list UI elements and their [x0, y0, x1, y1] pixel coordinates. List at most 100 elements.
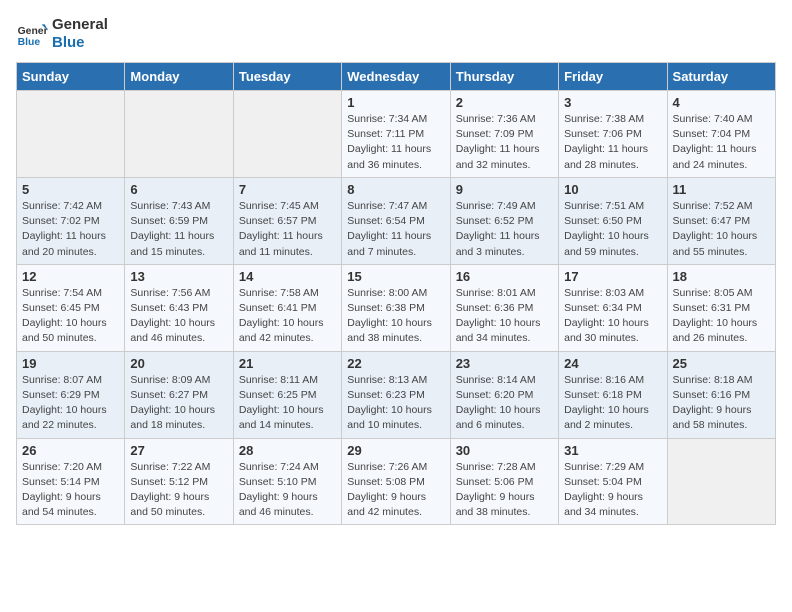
day-info: Sunrise: 7:58 AM Sunset: 6:41 PM Dayligh… [239, 286, 336, 347]
calendar-cell: 18 Sunrise: 8:05 AM Sunset: 6:31 PM Dayli… [667, 264, 775, 351]
day-number: 10 [564, 182, 661, 197]
calendar-cell: 26Sunrise: 7:20 AM Sunset: 5:14 PM Dayli… [17, 438, 125, 525]
svg-text:Blue: Blue [18, 37, 41, 48]
calendar-cell: 30 Sunrise: 7:28 AM Sunset: 5:06 PM Dayli… [450, 438, 558, 525]
day-info: Sunrise: 8:07 AM Sunset: 6:29 PM Dayligh… [22, 373, 119, 434]
calendar-cell: 17 Sunrise: 8:03 AM Sunset: 6:34 PM Dayli… [559, 264, 667, 351]
calendar-cell: 11Sunrise: 7:52 AM Sunset: 6:47 PM Dayli… [667, 177, 775, 264]
day-number: 12 [22, 269, 119, 284]
day-info: Sunrise: 7:34 AM Sunset: 7:11 PM Dayligh… [347, 112, 444, 173]
day-number: 9 [456, 182, 553, 197]
day-info: Sunrise: 7:38 AM Sunset: 7:06 PM Dayligh… [564, 112, 661, 173]
calendar-cell: 29 Sunrise: 7:26 AM Sunset: 5:08 PM Dayli… [342, 438, 450, 525]
day-number: 6 [130, 182, 227, 197]
day-number: 19 [22, 356, 119, 371]
day-number: 5 [22, 182, 119, 197]
calendar-cell: 3 Sunrise: 7:38 AM Sunset: 7:06 PM Daylig… [559, 91, 667, 178]
day-number: 22 [347, 356, 444, 371]
day-info: Sunrise: 8:16 AM Sunset: 6:18 PM Dayligh… [564, 373, 661, 434]
day-number: 23 [456, 356, 553, 371]
day-info: Sunrise: 7:49 AM Sunset: 6:52 PM Dayligh… [456, 199, 553, 260]
weekday-header-tuesday: Tuesday [233, 63, 341, 91]
day-number: 26 [22, 443, 119, 458]
day-info: Sunrise: 7:56 AM Sunset: 6:43 PM Dayligh… [130, 286, 227, 347]
day-info: Sunrise: 7:26 AM Sunset: 5:08 PM Dayligh… [347, 460, 444, 521]
calendar-cell: 13 Sunrise: 7:56 AM Sunset: 6:43 PM Dayli… [125, 264, 233, 351]
day-number: 18 [673, 269, 770, 284]
day-info: Sunrise: 8:05 AM Sunset: 6:31 PM Dayligh… [673, 286, 770, 347]
calendar-cell: 16Sunrise: 8:01 AM Sunset: 6:36 PM Dayli… [450, 264, 558, 351]
calendar-cell: 8 Sunrise: 7:47 AM Sunset: 6:54 PM Daylig… [342, 177, 450, 264]
day-number: 31 [564, 443, 661, 458]
day-number: 7 [239, 182, 336, 197]
calendar-cell: 27 Sunrise: 7:22 AM Sunset: 5:12 PM Dayli… [125, 438, 233, 525]
day-info: Sunrise: 7:43 AM Sunset: 6:59 PM Dayligh… [130, 199, 227, 260]
day-info: Sunrise: 7:45 AM Sunset: 6:57 PM Dayligh… [239, 199, 336, 260]
day-info: Sunrise: 7:51 AM Sunset: 6:50 PM Dayligh… [564, 199, 661, 260]
calendar-cell: 22 Sunrise: 8:13 AM Sunset: 6:23 PM Dayli… [342, 351, 450, 438]
calendar-cell [667, 438, 775, 525]
calendar-cell: 31 Sunrise: 7:29 AM Sunset: 5:04 PM Dayli… [559, 438, 667, 525]
day-number: 13 [130, 269, 227, 284]
day-info: Sunrise: 8:01 AM Sunset: 6:36 PM Dayligh… [456, 286, 553, 347]
day-info: Sunrise: 8:11 AM Sunset: 6:25 PM Dayligh… [239, 373, 336, 434]
calendar-cell: 10 Sunrise: 7:51 AM Sunset: 6:50 PM Dayli… [559, 177, 667, 264]
day-number: 14 [239, 269, 336, 284]
calendar-cell [125, 91, 233, 178]
calendar-cell: 9 Sunrise: 7:49 AM Sunset: 6:52 PM Daylig… [450, 177, 558, 264]
day-number: 30 [456, 443, 553, 458]
calendar-cell: 12 Sunrise: 7:54 AM Sunset: 6:45 PM Dayli… [17, 264, 125, 351]
day-info: Sunrise: 7:29 AM Sunset: 5:04 PM Dayligh… [564, 460, 661, 521]
logo: General Blue General Blue [16, 16, 108, 52]
calendar-cell: 6 Sunrise: 7:43 AM Sunset: 6:59 PM Daylig… [125, 177, 233, 264]
day-info: Sunrise: 7:52 AM Sunset: 6:47 PM Dayligh… [673, 199, 770, 260]
calendar-cell [233, 91, 341, 178]
calendar-cell: 23Sunrise: 8:14 AM Sunset: 6:20 PM Dayli… [450, 351, 558, 438]
day-number: 25 [673, 356, 770, 371]
day-info: Sunrise: 7:42 AM Sunset: 7:02 PM Dayligh… [22, 199, 119, 260]
day-info: Sunrise: 8:03 AM Sunset: 6:34 PM Dayligh… [564, 286, 661, 347]
day-number: 2 [456, 95, 553, 110]
logo-general: General [52, 16, 108, 34]
page-header: General Blue General Blue [16, 16, 776, 52]
day-number: 20 [130, 356, 227, 371]
calendar-cell: 7 Sunrise: 7:45 AM Sunset: 6:57 PM Daylig… [233, 177, 341, 264]
day-number: 21 [239, 356, 336, 371]
calendar-week-1: 1Sunrise: 7:34 AM Sunset: 7:11 PM Daylig… [17, 91, 776, 178]
calendar-cell: 4Sunrise: 7:40 AM Sunset: 7:04 PM Daylig… [667, 91, 775, 178]
calendar-cell: 2 Sunrise: 7:36 AM Sunset: 7:09 PM Daylig… [450, 91, 558, 178]
calendar-week-2: 5 Sunrise: 7:42 AM Sunset: 7:02 PM Daylig… [17, 177, 776, 264]
day-info: Sunrise: 7:54 AM Sunset: 6:45 PM Dayligh… [22, 286, 119, 347]
calendar-cell: 1Sunrise: 7:34 AM Sunset: 7:11 PM Daylig… [342, 91, 450, 178]
day-info: Sunrise: 8:13 AM Sunset: 6:23 PM Dayligh… [347, 373, 444, 434]
day-number: 8 [347, 182, 444, 197]
calendar-week-3: 12 Sunrise: 7:54 AM Sunset: 6:45 PM Dayli… [17, 264, 776, 351]
day-number: 3 [564, 95, 661, 110]
weekday-header-sunday: Sunday [17, 63, 125, 91]
day-info: Sunrise: 7:28 AM Sunset: 5:06 PM Dayligh… [456, 460, 553, 521]
day-number: 29 [347, 443, 444, 458]
calendar-cell [17, 91, 125, 178]
day-info: Sunrise: 7:22 AM Sunset: 5:12 PM Dayligh… [130, 460, 227, 521]
day-info: Sunrise: 7:40 AM Sunset: 7:04 PM Dayligh… [673, 112, 770, 173]
logo-blue: Blue [52, 34, 108, 52]
day-info: Sunrise: 7:47 AM Sunset: 6:54 PM Dayligh… [347, 199, 444, 260]
calendar-cell: 25 Sunrise: 8:18 AM Sunset: 6:16 PM Dayli… [667, 351, 775, 438]
svg-text:General: General [18, 26, 48, 37]
weekday-header-saturday: Saturday [667, 63, 775, 91]
calendar-cell: 24 Sunrise: 8:16 AM Sunset: 6:18 PM Dayli… [559, 351, 667, 438]
calendar-table: SundayMondayTuesdayWednesdayThursdayFrid… [16, 62, 776, 525]
day-info: Sunrise: 7:36 AM Sunset: 7:09 PM Dayligh… [456, 112, 553, 173]
day-number: 27 [130, 443, 227, 458]
calendar-week-5: 26Sunrise: 7:20 AM Sunset: 5:14 PM Dayli… [17, 438, 776, 525]
calendar-cell: 28Sunrise: 7:24 AM Sunset: 5:10 PM Dayli… [233, 438, 341, 525]
day-number: 24 [564, 356, 661, 371]
weekday-header-friday: Friday [559, 63, 667, 91]
day-number: 17 [564, 269, 661, 284]
calendar-cell: 14 Sunrise: 7:58 AM Sunset: 6:41 PM Dayli… [233, 264, 341, 351]
day-info: Sunrise: 8:18 AM Sunset: 6:16 PM Dayligh… [673, 373, 770, 434]
weekday-header-wednesday: Wednesday [342, 63, 450, 91]
calendar-cell: 20Sunrise: 8:09 AM Sunset: 6:27 PM Dayli… [125, 351, 233, 438]
day-number: 28 [239, 443, 336, 458]
calendar-cell: 19 Sunrise: 8:07 AM Sunset: 6:29 PM Dayli… [17, 351, 125, 438]
